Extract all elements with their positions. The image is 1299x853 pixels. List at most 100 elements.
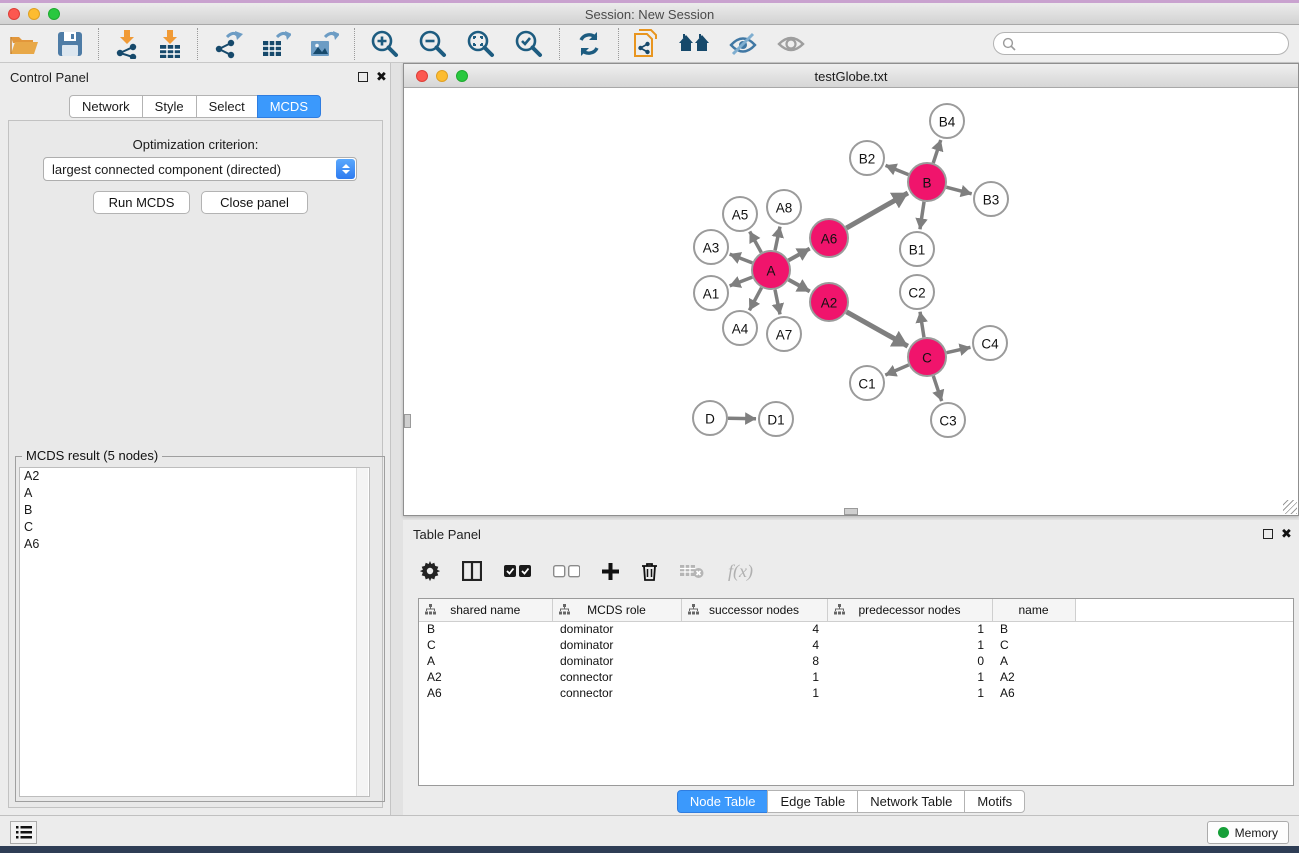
tab-network[interactable]: Network (69, 95, 143, 118)
zoom-in-button[interactable] (361, 27, 409, 61)
run-mcds-button[interactable]: Run MCDS (93, 191, 190, 214)
table-cell-filler (1075, 621, 1293, 637)
table-cell: connector (552, 685, 681, 701)
toggle-columns-button[interactable] (453, 553, 491, 589)
column-header-name[interactable]: name (992, 599, 1075, 621)
canvas-bottom-scroll-thumb[interactable] (844, 508, 858, 515)
add-column-button[interactable] (593, 553, 628, 589)
refresh-button[interactable] (566, 27, 612, 61)
memory-button[interactable]: Memory (1207, 821, 1289, 844)
graph-node-label: D1 (767, 413, 784, 428)
criterion-dropdown[interactable]: largest connected component (directed) (43, 157, 357, 181)
import-network-button[interactable] (105, 27, 149, 61)
new-network-button[interactable] (625, 27, 669, 61)
houses-icon (678, 31, 710, 57)
tab-mcds[interactable]: MCDS (257, 95, 321, 118)
graph-edge-A-A8 (775, 227, 780, 251)
tab-network-table[interactable]: Network Table (857, 790, 965, 813)
save-session-button[interactable] (48, 27, 92, 61)
network-graph: B4B2BB3A8A5A6A3B1AA1C2A2A4A7C4CC1DC3D1 (404, 88, 1298, 515)
zoom-fit-button[interactable] (457, 27, 505, 61)
graph-node-label: B (922, 176, 931, 191)
close-table-panel-icon[interactable]: ✖ (1281, 526, 1292, 542)
table-cell: A2 (419, 669, 552, 685)
graph-edge-B-B3 (946, 187, 971, 194)
import-table-button[interactable] (149, 27, 191, 61)
toolbar-separator (618, 28, 619, 60)
export-image-icon (309, 29, 339, 59)
close-panel-button[interactable]: Close panel (201, 191, 308, 214)
tab-style[interactable]: Style (142, 95, 197, 118)
table-settings-button[interactable] (411, 553, 449, 589)
column-header-successor-nodes[interactable]: successor nodes (681, 599, 827, 621)
graph-node-label: A2 (821, 296, 838, 311)
graph-node-label: C3 (939, 414, 956, 429)
graph-edge-C-C3 (933, 376, 941, 401)
table-row[interactable]: Cdominator41C (419, 637, 1293, 653)
column-header-MCDS-role[interactable]: MCDS role (552, 599, 681, 621)
close-panel-icon[interactable]: ✖ (376, 69, 387, 85)
zoom-selected-icon (514, 29, 544, 59)
hierarchy-icon (834, 604, 845, 615)
delete-column-button[interactable] (632, 553, 667, 589)
open-session-button[interactable] (0, 27, 48, 61)
show-panels-button[interactable] (10, 821, 37, 844)
mcds-result-group: MCDS result (5 nodes) A2ABCA6 (15, 456, 385, 802)
result-item[interactable]: A (20, 485, 369, 502)
result-item[interactable]: A2 (20, 468, 369, 485)
export-network-button[interactable] (204, 27, 252, 61)
tab-node-table[interactable]: Node Table (677, 790, 769, 813)
mcds-result-list: A2ABCA6 (19, 467, 370, 797)
graph-node-label: B3 (983, 193, 1000, 208)
zoom-selected-button[interactable] (505, 27, 553, 61)
graph-edge-A6-B (846, 193, 908, 228)
column-header-shared-name[interactable]: shared name (419, 599, 552, 621)
search-input[interactable] (1016, 37, 1288, 51)
table-row[interactable]: Adominator80A (419, 653, 1293, 669)
result-item[interactable]: A6 (20, 536, 369, 553)
export-table-button[interactable] (252, 27, 300, 61)
table-row[interactable]: A6connector11A6 (419, 685, 1293, 701)
deselect-all-button[interactable] (544, 553, 589, 589)
zoom-out-button[interactable] (409, 27, 457, 61)
tab-select[interactable]: Select (196, 95, 258, 118)
function-builder-button[interactable]: f(x) (717, 553, 762, 589)
float-table-panel-icon[interactable] (1263, 529, 1273, 539)
graph-node-label: A3 (703, 241, 720, 256)
table-row[interactable]: A2connector11A2 (419, 669, 1293, 685)
result-item[interactable]: C (20, 519, 369, 536)
table-cell: 4 (681, 637, 827, 653)
dropdown-stepper-icon (336, 159, 355, 179)
result-list-scrollbar[interactable] (356, 468, 368, 796)
application-window: Session: New Session (0, 0, 1299, 853)
column-header-predecessor-nodes[interactable]: predecessor nodes (827, 599, 992, 621)
graph-edge-B-B1 (920, 202, 924, 229)
graph-node-label: B2 (859, 152, 876, 167)
eye-slash-icon (728, 31, 758, 57)
graph-edge-A2-C (846, 312, 907, 346)
tab-edge-table[interactable]: Edge Table (767, 790, 858, 813)
window-titlebar: Session: New Session (0, 3, 1299, 25)
home-layout-button[interactable] (669, 27, 719, 61)
network-canvas[interactable]: B4B2BB3A8A5A6A3B1AA1C2A2A4A7C4CC1DC3D1 (404, 88, 1298, 515)
float-panel-icon[interactable] (358, 72, 368, 82)
select-all-button[interactable] (495, 553, 540, 589)
export-image-button[interactable] (300, 27, 348, 61)
canvas-left-scroll-thumb[interactable] (404, 414, 411, 428)
tab-motifs[interactable]: Motifs (964, 790, 1025, 813)
delete-table-button[interactable] (671, 553, 713, 589)
export-network-icon (213, 29, 243, 59)
search-field[interactable] (993, 32, 1289, 55)
result-item[interactable]: B (20, 502, 369, 519)
table-row[interactable]: Bdominator41B (419, 621, 1293, 637)
graph-node-label: D (705, 412, 715, 427)
show-all-button[interactable] (767, 27, 815, 61)
table-cell: dominator (552, 637, 681, 653)
toolbar-separator (197, 28, 198, 60)
control-panel-tabs: NetworkStyleSelectMCDS (0, 95, 390, 118)
table-header: shared nameMCDS rolesuccessor nodesprede… (419, 599, 1293, 621)
network-window-titlebar[interactable]: testGlobe.txt (404, 64, 1298, 88)
window-resize-grip[interactable] (1283, 500, 1297, 514)
hide-selected-button[interactable] (719, 27, 767, 61)
graph-node-label: A5 (732, 208, 749, 223)
